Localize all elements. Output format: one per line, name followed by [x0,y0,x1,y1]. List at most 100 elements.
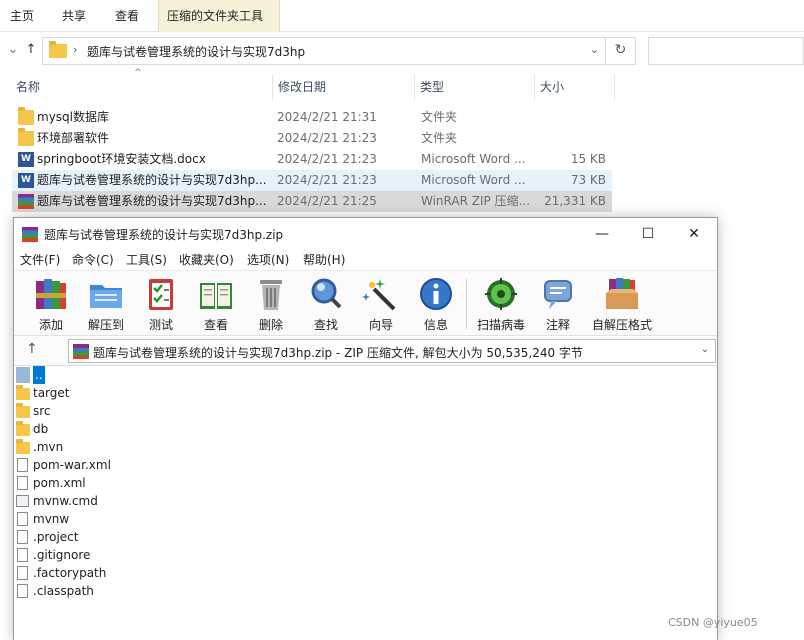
column-name[interactable]: 名称 [10,72,272,102]
xml-file-icon [17,458,28,472]
chevron-down-icon[interactable]: ⌄ [701,344,709,355]
open-book-icon [200,283,232,309]
archive-file-list: .. target src db .mvn pom-war.xml pom.xm… [14,366,717,640]
file-size: 73 KB [570,173,606,187]
entry-name: src [33,404,51,418]
entry-name: pom-war.xml [33,458,111,472]
file-type: Microsoft Word ... [421,152,526,166]
file-name: mysql数据库 [37,110,109,124]
chevron-right-icon: › [73,43,78,56]
menu-file[interactable]: 文件(F) [20,251,60,268]
maximize-button[interactable]: ☐ [625,218,671,250]
magic-wand-icon [362,279,396,311]
chevron-down-icon[interactable]: ⌄ [590,43,599,56]
sfx-button[interactable]: 自解压格式 [590,275,654,335]
virus-scan-icon [485,278,517,310]
close-button[interactable]: ✕ [671,218,717,250]
menu-command[interactable]: 命令(C) [72,251,114,268]
toolbar-label: 添加 [38,318,63,332]
file-row[interactable]: mysql数据库 2024/2/21 21:31 文件夹 [12,107,612,128]
file-type: 文件夹 [421,131,458,145]
file-date: 2024/2/21 21:23 [277,152,377,166]
extract-to-button[interactable]: 解压到 [79,275,133,335]
tab-home[interactable]: 主页 [2,0,42,32]
find-button[interactable]: 查找 [299,275,353,335]
view-button[interactable]: 查看 [189,275,243,335]
file-name: 环境部署软件 [37,131,110,145]
minimize-button[interactable]: — [579,218,625,250]
winrar-icon [73,344,89,359]
folder-icon [16,385,30,400]
file-icon [17,584,28,598]
winrar-titlebar[interactable]: 题库与试卷管理系统的设计与实现7d3hp.zip — ☐ ✕ [14,218,717,250]
tab-compressed-folder-tools[interactable]: 压缩的文件夹工具 [158,0,280,32]
file-row[interactable]: W springboot环境安装文档.docx 2024/2/21 21:23 … [12,149,612,170]
winrar-icon [22,227,38,242]
entry-name: .. [33,366,45,384]
comment-button[interactable]: 注释 [531,275,585,335]
column-type[interactable]: 类型 [414,72,534,102]
entry-name: pom.xml [33,476,86,490]
column-date[interactable]: 修改日期 [272,72,414,102]
word-icon: W [18,173,34,188]
entry-name: .gitignore [33,548,91,562]
toolbar-label: 查看 [203,318,228,332]
test-clipboard-icon [149,279,173,310]
folder-icon [16,421,30,436]
file-icon [17,548,28,562]
tab-share[interactable]: 共享 [54,0,94,32]
up-arrow-icon[interactable]: ↑ [26,341,38,357]
file-icon [17,512,28,526]
file-icon [17,530,28,544]
tab-view[interactable]: 查看 [107,0,147,32]
entry-name: .project [33,530,79,544]
xml-file-icon [17,476,28,490]
file-row[interactable]: 题库与试卷管理系统的设计与实现7d3hp... 2024/2/21 21:25 … [12,191,612,212]
file-date: 2024/2/21 21:23 [277,173,377,187]
menu-bar: 文件(F) 命令(C) 工具(S) 收藏夹(O) 选项(N) 帮助(H) [14,250,717,270]
window-title: 题库与试卷管理系统的设计与实现7d3hp.zip [44,228,284,242]
path-bar: ↑ 题库与试卷管理系统的设计与实现7d3hp.zip - ZIP 压缩文件, 解… [14,336,717,366]
entry-name: .mvn [33,440,64,454]
parent-folder-icon [16,367,30,383]
chevron-down-icon[interactable]: ⌄ [4,41,22,59]
file-name: springboot环境安装文档.docx [37,152,206,166]
delete-button[interactable]: 删除 [244,275,298,335]
file-name: 题库与试卷管理系统的设计与实现7d3hp... [37,173,267,187]
menu-help[interactable]: 帮助(H) [303,251,345,268]
menu-tools[interactable]: 工具(S) [126,251,167,268]
explorer-address-row: ⌄ ↑ › 题库与试卷管理系统的设计与实现7d3hp ⌄ ↻ [0,32,804,70]
toolbar-label: 查找 [313,318,338,332]
address-bar[interactable]: › 题库与试卷管理系统的设计与实现7d3hp ⌄ ↻ [42,37,636,65]
toolbar-label: 删除 [258,318,283,332]
scan-virus-button[interactable]: 扫描病毒 [474,275,528,335]
file-row[interactable]: 环境部署软件 2024/2/21 21:23 文件夹 [12,128,612,149]
toolbar-label: 解压到 [87,318,124,332]
column-size[interactable]: 大小 [534,72,614,102]
folder-icon [16,403,30,418]
folder-icon [18,128,34,146]
add-button[interactable]: 添加 [24,275,78,335]
folder-icon [16,439,30,454]
winrar-icon [18,194,34,209]
file-type: WinRAR ZIP 压缩... [421,194,531,208]
folder-icon [49,41,67,58]
column-divider[interactable] [614,74,615,100]
menu-options[interactable]: 选项(N) [247,251,289,268]
search-input[interactable] [648,37,804,65]
wizard-button[interactable]: 向导 [354,275,408,335]
up-arrow-icon[interactable]: ↑ [22,41,40,59]
archive-path-dropdown[interactable]: 题库与试卷管理系统的设计与实现7d3hp.zip - ZIP 压缩文件, 解包大… [68,339,716,363]
folder-icon [18,107,34,125]
refresh-icon[interactable]: ↻ [605,37,635,65]
toolbar-label: 测试 [148,318,173,332]
entry-name: db [33,422,49,436]
test-button[interactable]: 测试 [134,275,188,335]
file-date: 2024/2/21 21:23 [277,131,377,145]
menu-favorites[interactable]: 收藏夹(O) [179,251,234,268]
address-path: 题库与试卷管理系统的设计与实现7d3hp [87,45,306,59]
info-button[interactable]: 信息 [409,275,463,335]
file-date: 2024/2/21 21:31 [277,110,377,124]
toolbar-label: 自解压格式 [591,318,652,332]
file-row[interactable]: W 题库与试卷管理系统的设计与实现7d3hp... 2024/2/21 21:2… [12,170,612,191]
